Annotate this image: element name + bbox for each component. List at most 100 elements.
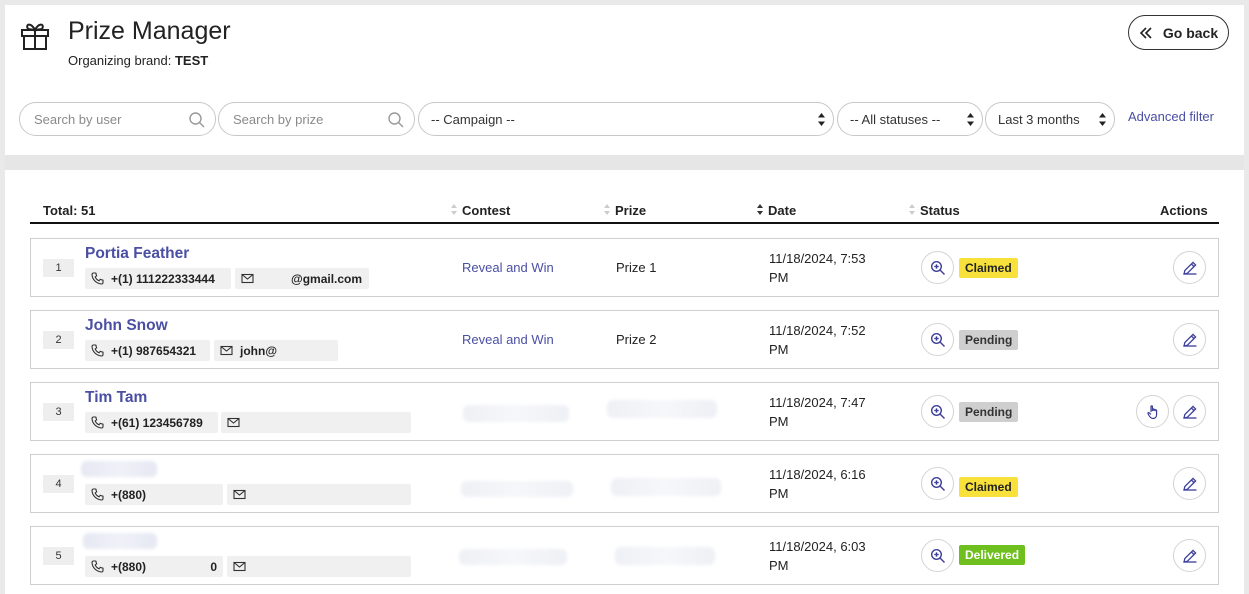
search-icon xyxy=(388,112,404,128)
date-value: 11/18/2024, 6:03 xyxy=(769,539,866,554)
view-details-button[interactable] xyxy=(921,467,954,500)
phone-suffix: 0 xyxy=(210,559,217,574)
page-title: Prize Manager xyxy=(68,17,231,45)
zoom-in-icon xyxy=(930,404,945,419)
status-badge: Pending xyxy=(959,402,1019,422)
email-value: @gmail.com xyxy=(291,271,363,286)
phone-value: +(1) 987654321 xyxy=(111,343,197,358)
phone-icon xyxy=(91,272,104,285)
prize-name: Prize 1 xyxy=(616,260,657,275)
redacted-contest xyxy=(459,549,567,565)
time-period: PM xyxy=(769,270,789,285)
edit-button[interactable] xyxy=(1173,251,1206,284)
edit-button[interactable] xyxy=(1173,467,1206,500)
view-details-button[interactable] xyxy=(921,251,954,284)
redacted-user-name xyxy=(81,461,157,477)
edit-button[interactable] xyxy=(1173,539,1206,572)
table-row: 2 John Snow +(1) 987654321 john@ Reveal … xyxy=(30,310,1219,369)
user-name-link[interactable]: Tim Tam xyxy=(85,389,147,407)
user-name-link[interactable]: Portia Feather xyxy=(85,245,189,263)
date-cell: 11/18/2024, 6:16 PM xyxy=(769,465,899,503)
status-badge: Claimed xyxy=(959,258,1018,278)
date-value: 11/18/2024, 7:52 xyxy=(769,323,866,338)
total-count: Total: 51 xyxy=(43,203,96,218)
time-period: PM xyxy=(769,486,789,501)
column-prize[interactable]: Prize xyxy=(615,203,646,218)
search-user-field[interactable] xyxy=(19,102,216,136)
view-details-button[interactable] xyxy=(921,323,954,356)
zoom-in-icon xyxy=(930,260,945,275)
period-select[interactable]: Last 3 months xyxy=(985,102,1115,136)
section-divider xyxy=(5,155,1244,170)
date-cell: 11/18/2024, 7:52 PM xyxy=(769,321,899,359)
status-select-value: -- All statuses -- xyxy=(850,111,941,127)
redacted-user-name xyxy=(83,533,157,549)
redacted-prize xyxy=(611,478,721,496)
sort-icon[interactable] xyxy=(909,204,915,215)
period-select-value: Last 3 months xyxy=(998,111,1080,127)
brand-label: Organizing brand: xyxy=(68,53,172,68)
phone-value: +(880) xyxy=(111,559,147,574)
mail-icon xyxy=(233,489,246,500)
date-value: 11/18/2024, 7:47 xyxy=(769,395,866,410)
redacted-contest xyxy=(461,481,573,497)
search-prize-field[interactable] xyxy=(218,102,415,136)
column-contest[interactable]: Contest xyxy=(462,203,510,218)
go-back-label: Go back xyxy=(1162,24,1219,41)
column-status[interactable]: Status xyxy=(920,203,960,218)
phone-chip: +(880) 0 xyxy=(85,556,223,577)
campaign-select[interactable]: -- Campaign -- xyxy=(418,102,834,136)
select-arrows-icon xyxy=(1099,113,1106,126)
view-details-button[interactable] xyxy=(921,395,954,428)
view-details-button[interactable] xyxy=(921,539,954,572)
contest-link[interactable]: Reveal and Win xyxy=(462,332,554,347)
mail-icon xyxy=(241,273,254,284)
zoom-in-icon xyxy=(930,548,945,563)
date-value: 11/18/2024, 7:53 xyxy=(769,251,866,266)
pencil-icon xyxy=(1182,476,1197,491)
mail-icon xyxy=(227,417,240,428)
email-value: john@ xyxy=(240,343,278,358)
edit-button[interactable] xyxy=(1173,323,1206,356)
phone-value: +(880) xyxy=(111,487,147,502)
table-header: Total: 51 Contest Prize Date Status Acti… xyxy=(30,201,1219,224)
table-row: 5 +(880) 0 11/18/2024, 6:03 PM Delivered xyxy=(30,526,1219,585)
status-badge: Claimed xyxy=(959,477,1018,497)
phone-icon xyxy=(91,560,104,573)
search-user-input[interactable] xyxy=(32,110,172,128)
pencil-icon xyxy=(1182,260,1197,275)
email-chip: @gmail.com xyxy=(235,268,369,289)
edit-button[interactable] xyxy=(1173,395,1206,428)
phone-icon xyxy=(91,416,104,429)
prize-manager-page: Prize Manager Organizing brand: TEST Go … xyxy=(5,5,1244,594)
go-back-button[interactable]: Go back xyxy=(1128,15,1229,50)
user-name-link[interactable]: John Snow xyxy=(85,317,168,335)
organizing-brand: Organizing brand: TEST xyxy=(68,53,208,68)
email-chip xyxy=(227,556,411,577)
status-badge: Pending xyxy=(959,330,1019,350)
advanced-filter-link[interactable]: Advanced filter xyxy=(1128,109,1214,124)
row-index: 5 xyxy=(43,547,74,565)
gift-icon xyxy=(21,23,49,50)
prize-name: Prize 2 xyxy=(616,332,657,347)
contest-link[interactable]: Reveal and Win xyxy=(462,260,554,275)
time-period: PM xyxy=(769,558,789,573)
status-badge: Delivered xyxy=(959,545,1026,565)
hand-pointer-icon xyxy=(1146,404,1157,419)
zoom-in-icon xyxy=(930,476,945,491)
date-cell: 11/18/2024, 6:03 PM xyxy=(769,537,899,575)
email-chip: john@ xyxy=(214,340,338,361)
date-value: 11/18/2024, 6:16 xyxy=(769,467,866,482)
column-actions: Actions xyxy=(1160,203,1208,218)
sort-icon[interactable] xyxy=(604,204,610,215)
sort-icon[interactable] xyxy=(757,204,763,215)
pencil-icon xyxy=(1182,404,1197,419)
row-index: 1 xyxy=(43,259,74,277)
claim-button[interactable] xyxy=(1136,395,1169,428)
search-prize-input[interactable] xyxy=(231,110,371,128)
time-period: PM xyxy=(769,414,789,429)
column-date[interactable]: Date xyxy=(768,203,796,218)
status-select[interactable]: -- All statuses -- xyxy=(837,102,983,136)
sort-icon[interactable] xyxy=(451,204,457,215)
table-row: 4 +(880) 11/18/2024, 6:16 PM Claimed xyxy=(30,454,1219,513)
